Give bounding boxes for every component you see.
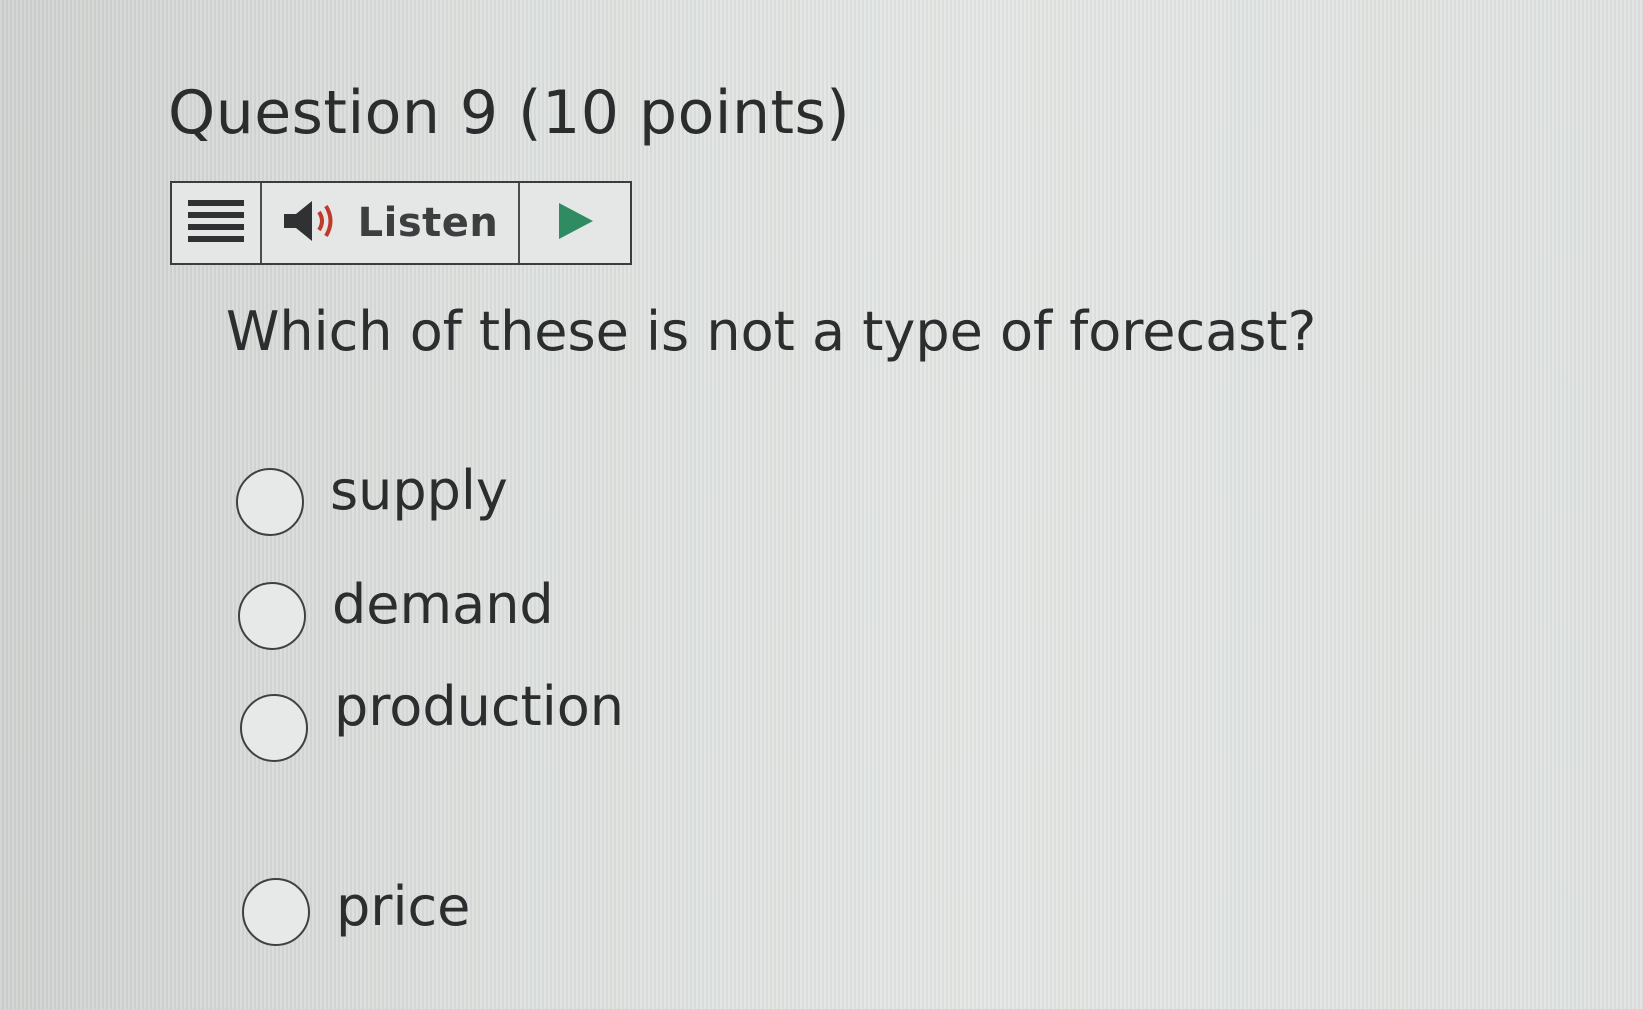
listen-menu-button[interactable] bbox=[172, 183, 262, 263]
option-demand[interactable]: demand bbox=[238, 573, 554, 650]
listen-toolbar: Listen bbox=[170, 181, 632, 265]
listen-button[interactable]: Listen bbox=[262, 183, 520, 263]
radio-button[interactable] bbox=[240, 694, 308, 762]
option-label: demand bbox=[332, 572, 554, 636]
speaker-icon bbox=[282, 199, 340, 247]
option-label: price bbox=[336, 874, 471, 938]
question-title: Question 9 (10 points) bbox=[168, 78, 851, 148]
play-button[interactable] bbox=[520, 183, 630, 263]
radio-button[interactable] bbox=[242, 878, 310, 946]
option-production[interactable]: production bbox=[240, 675, 624, 762]
option-label: production bbox=[334, 674, 624, 738]
menu-icon bbox=[188, 198, 244, 248]
radio-button[interactable] bbox=[238, 582, 306, 650]
radio-button[interactable] bbox=[236, 468, 304, 536]
option-label: supply bbox=[330, 458, 508, 522]
listen-label: Listen bbox=[357, 200, 499, 246]
option-price[interactable]: price bbox=[242, 874, 471, 946]
option-supply[interactable]: supply bbox=[236, 459, 508, 536]
question-text: Which of these is not a type of forecast… bbox=[226, 300, 1317, 363]
play-icon bbox=[555, 201, 595, 245]
